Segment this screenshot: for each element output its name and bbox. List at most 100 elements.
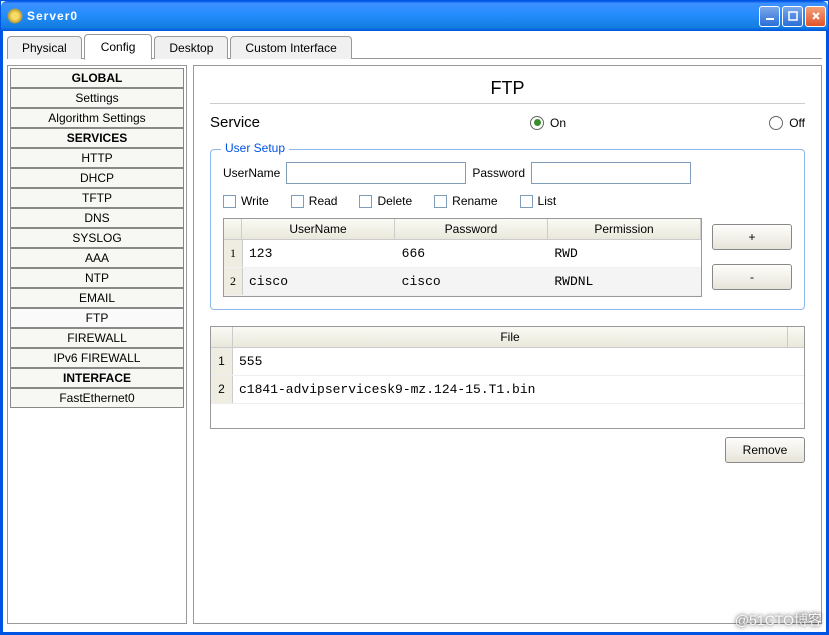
sidebar-item-syslog[interactable]: SYSLOG [10, 228, 184, 248]
sidebar-item-ntp[interactable]: NTP [10, 268, 184, 288]
sidebar-header-services: SERVICES [10, 128, 184, 148]
table-row[interactable]: 1 123 666 RWD [224, 240, 701, 268]
sidebar-item-settings[interactable]: Settings [10, 88, 184, 108]
sidebar-item-email[interactable]: EMAIL [10, 288, 184, 308]
cell-user: cisco [243, 268, 396, 295]
file-table-body[interactable]: 1 555 2 c1841-advipservicesk9-mz.124-15.… [211, 348, 804, 428]
user-table-buttons: + - [712, 224, 792, 290]
remove-row: Remove [210, 437, 805, 463]
password-input[interactable] [531, 162, 691, 184]
sidebar-item-ftp[interactable]: FTP [10, 308, 184, 328]
service-row: Service On Off [210, 114, 805, 131]
radio-on[interactable]: On [530, 116, 566, 130]
checkbox-icon [359, 195, 372, 208]
sidebar-header-global: GLOBAL [10, 68, 184, 88]
checkbox-rename[interactable]: Rename [434, 194, 497, 208]
th-corner [224, 219, 242, 239]
sidebar-item-dhcp[interactable]: DHCP [10, 168, 184, 188]
radio-on-dot [530, 116, 544, 130]
cell-rownum: 1 [224, 240, 243, 267]
sidebar-header-interface: INTERFACE [10, 368, 184, 388]
tab-config[interactable]: Config [84, 34, 153, 60]
user-setup-fieldset: User Setup UserName Password Write Read … [210, 149, 805, 310]
password-label: Password [472, 166, 525, 180]
title-bar[interactable]: Server0 [1, 1, 828, 31]
user-table-header: UserName Password Permission [224, 219, 701, 240]
cell-perm: RWD [548, 240, 701, 267]
radio-on-label: On [550, 116, 566, 130]
table-row[interactable]: 2 c1841-advipservicesk9-mz.124-15.T1.bin [211, 376, 804, 404]
chk-label: Delete [377, 194, 412, 208]
tab-custom-interface[interactable]: Custom Interface [230, 36, 351, 59]
table-row[interactable]: 1 555 [211, 348, 804, 376]
radio-off-dot [769, 116, 783, 130]
tab-bar: Physical Config Desktop Custom Interface [7, 35, 822, 59]
user-table[interactable]: UserName Password Permission 1 123 666 R… [223, 218, 702, 297]
cell-rownum: 2 [211, 376, 233, 403]
cell-rownum: 2 [224, 268, 243, 295]
th-end [788, 327, 804, 347]
checkbox-icon [223, 195, 236, 208]
checkbox-write[interactable]: Write [223, 194, 269, 208]
permissions-row: Write Read Delete Rename List [223, 194, 792, 208]
cell-pass: 666 [396, 240, 549, 267]
minimize-button[interactable] [759, 6, 780, 27]
checkbox-icon [291, 195, 304, 208]
checkbox-delete[interactable]: Delete [359, 194, 412, 208]
cell-rownum: 1 [211, 348, 233, 375]
sidebar-item-tftp[interactable]: TFTP [10, 188, 184, 208]
window-buttons [759, 6, 826, 27]
content-area: GLOBAL Settings Algorithm Settings SERVI… [7, 59, 822, 624]
chk-label: Read [309, 194, 338, 208]
cell-pass: cisco [396, 268, 549, 295]
file-table-header: File [211, 327, 804, 348]
th-permission[interactable]: Permission [548, 219, 701, 239]
sidebar-item-aaa[interactable]: AAA [10, 248, 184, 268]
remove-file-button[interactable]: Remove [725, 437, 805, 463]
sidebar-item-firewall[interactable]: FIREWALL [10, 328, 184, 348]
chk-label: Rename [452, 194, 497, 208]
divider [210, 103, 805, 104]
th-password[interactable]: Password [395, 219, 548, 239]
checkbox-icon [434, 195, 447, 208]
user-setup-legend: User Setup [221, 141, 289, 155]
delete-user-button[interactable]: - [712, 264, 792, 290]
user-table-body: 1 123 666 RWD 2 cisco cisco RWDNL [224, 240, 701, 296]
th-corner [211, 327, 233, 347]
table-row[interactable]: 2 cisco cisco RWDNL [224, 268, 701, 296]
cell-filename: 555 [233, 348, 804, 375]
tab-desktop[interactable]: Desktop [154, 36, 228, 59]
sidebar-item-ipv6-firewall[interactable]: IPv6 FIREWALL [10, 348, 184, 368]
service-label: Service [210, 114, 390, 131]
sidebar[interactable]: GLOBAL Settings Algorithm Settings SERVI… [7, 65, 187, 624]
th-file[interactable]: File [233, 327, 788, 347]
radio-off-label: Off [789, 116, 805, 130]
maximize-button[interactable] [782, 6, 803, 27]
sidebar-item-http[interactable]: HTTP [10, 148, 184, 168]
chk-label: List [538, 194, 557, 208]
cell-perm: RWDNL [548, 268, 701, 295]
username-input[interactable] [286, 162, 466, 184]
config-panel[interactable]: FTP Service On Off User Setup [193, 65, 822, 624]
username-label: UserName [223, 166, 280, 180]
credentials-row: UserName Password [223, 162, 792, 184]
panel-title: FTP [210, 78, 805, 99]
checkbox-icon [520, 195, 533, 208]
sidebar-item-fastethernet0[interactable]: FastEthernet0 [10, 388, 184, 408]
close-button[interactable] [805, 6, 826, 27]
cell-filename: c1841-advipservicesk9-mz.124-15.T1.bin [233, 376, 804, 403]
sidebar-item-algorithm-settings[interactable]: Algorithm Settings [10, 108, 184, 128]
tab-physical[interactable]: Physical [7, 36, 82, 59]
checkbox-list[interactable]: List [520, 194, 557, 208]
radio-off[interactable]: Off [769, 116, 805, 130]
th-username[interactable]: UserName [242, 219, 395, 239]
window-title: Server0 [27, 9, 759, 23]
checkbox-read[interactable]: Read [291, 194, 338, 208]
chk-label: Write [241, 194, 269, 208]
app-icon [7, 8, 23, 24]
add-user-button[interactable]: + [712, 224, 792, 250]
app-window: Server0 Physical Config Desktop Custom I… [0, 0, 829, 635]
cell-user: 123 [243, 240, 396, 267]
sidebar-item-dns[interactable]: DNS [10, 208, 184, 228]
file-table[interactable]: File 1 555 2 c1841-advipservicesk9-mz.12… [210, 326, 805, 429]
